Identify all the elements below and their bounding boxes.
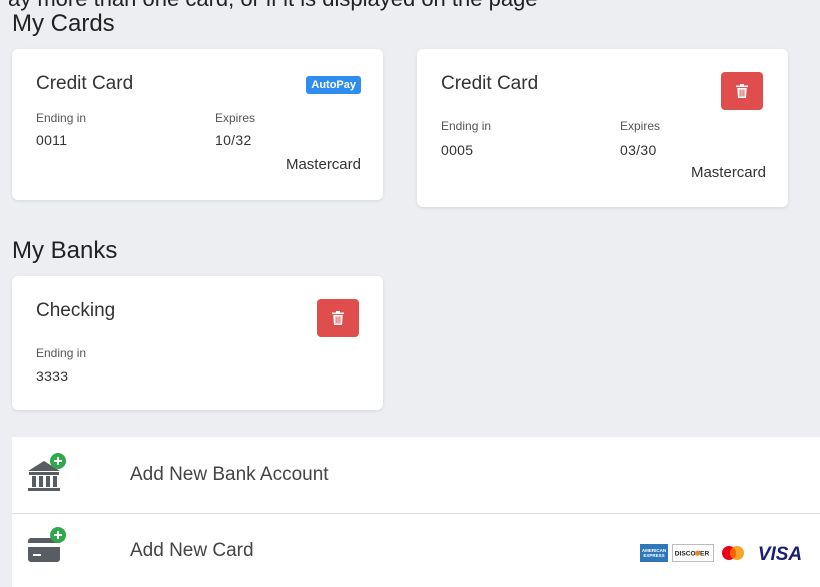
bank-tile-checking-3333: Checking Ending in 3333: [12, 276, 383, 410]
ending-in-label: Ending in: [36, 111, 87, 125]
amex-logo-icon: AMERICAN EXPRESS: [640, 544, 668, 562]
add-new-bank-account-button[interactable]: Add New Bank Account: [12, 437, 820, 513]
trash-icon: [736, 84, 748, 98]
ending-in-label: Ending in: [36, 346, 87, 360]
add-card-label: Add New Card: [130, 539, 254, 561]
svg-text:EXPRESS: EXPRESS: [643, 553, 664, 558]
expires-value: 03/30: [620, 142, 657, 158]
delete-bank-button[interactable]: [317, 299, 359, 337]
svg-text:DISCOVER: DISCOVER: [675, 551, 710, 558]
mastercard-logo-icon: [722, 546, 744, 560]
trash-icon: [332, 311, 344, 325]
card-add-icon: [28, 527, 66, 562]
card-brand: Mastercard: [690, 164, 766, 181]
add-new-card-button[interactable]: Add New Card AMERICAN EXPRESS DISCOVER V…: [12, 514, 820, 587]
visa-logo-icon: VISA: [758, 544, 802, 563]
bank-add-icon: [28, 453, 66, 491]
my-cards-heading: My Cards: [12, 10, 115, 37]
ending-in-value: 0011: [36, 132, 68, 148]
card-title: Credit Card: [441, 73, 539, 94]
add-bank-label: Add New Bank Account: [130, 464, 329, 485]
accepted-cards-logos: AMERICAN EXPRESS DISCOVER VISA: [640, 538, 808, 568]
ending-in-value: 3333: [36, 368, 69, 384]
expires-label: Expires: [620, 119, 661, 133]
credit-card-tile-0011: Credit Card AutoPay Ending in 0011 Expir…: [12, 49, 383, 200]
ending-in-label: Ending in: [441, 119, 492, 133]
expires-value: 10/32: [215, 132, 252, 148]
expires-label: Expires: [215, 111, 256, 125]
card-title: Credit Card: [36, 73, 134, 94]
credit-card-tile-0005: Credit Card Ending in 0005 Expires 03/30…: [417, 49, 788, 207]
ending-in-value: 0005: [441, 142, 474, 158]
card-brand: Mastercard: [285, 156, 361, 173]
delete-card-button[interactable]: [721, 72, 763, 110]
my-banks-heading: My Banks: [12, 237, 118, 264]
bank-title: Checking: [36, 300, 116, 321]
discover-logo-icon: DISCOVER: [672, 544, 714, 562]
autopay-badge: AutoPay: [306, 76, 361, 94]
svg-text:VISA: VISA: [758, 544, 802, 563]
